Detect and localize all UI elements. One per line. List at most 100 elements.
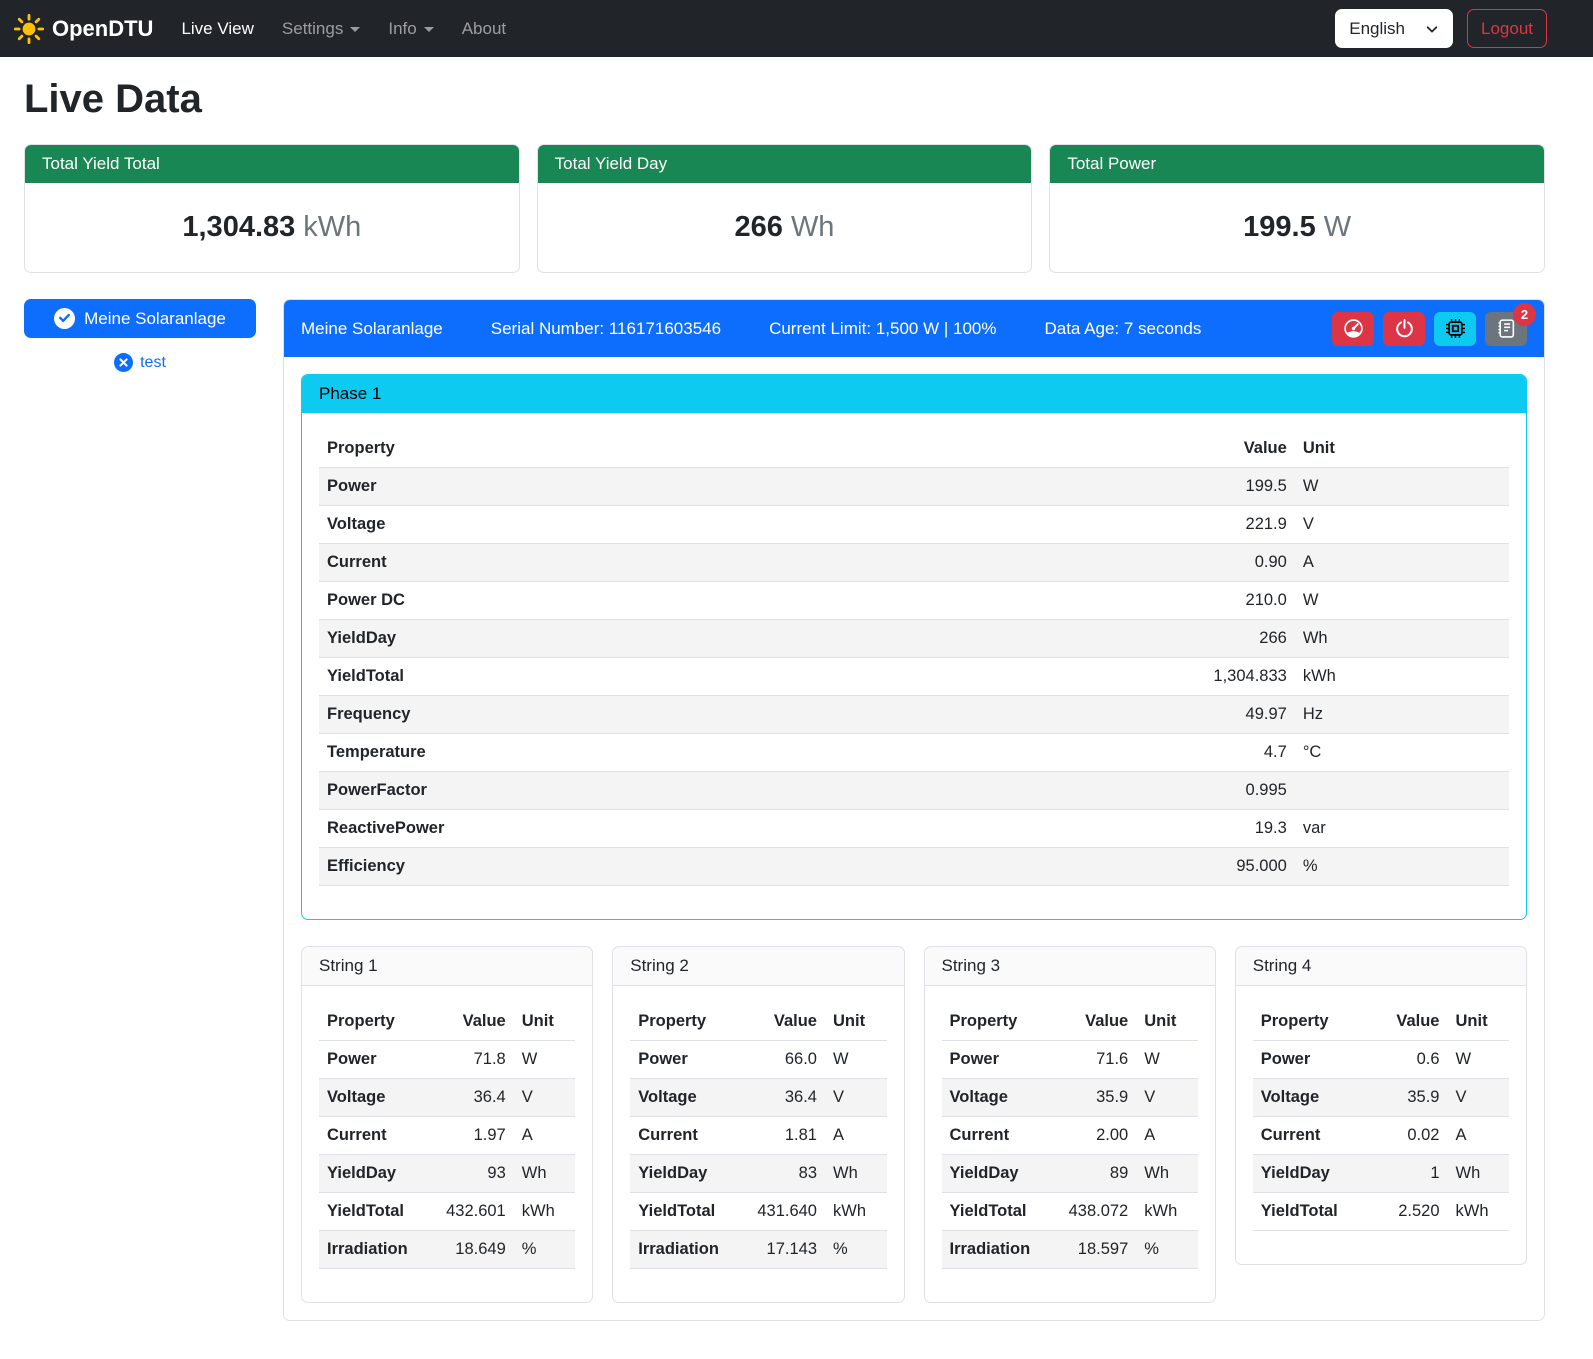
string-title: String 1 [302, 947, 592, 986]
nav-item-info[interactable]: Info [374, 10, 447, 48]
summary-card-value: 266 [735, 211, 783, 243]
unit-cell: W [514, 1041, 576, 1079]
value-cell: 89 [1054, 1155, 1136, 1193]
property-cell: YieldDay [319, 620, 1164, 658]
string-title: String 4 [1236, 947, 1526, 986]
value-cell: 35.9 [1366, 1079, 1448, 1117]
value-cell: 35.9 [1054, 1079, 1136, 1117]
journal-icon [1496, 318, 1517, 339]
strings-row: String 1 Property Value Unit [301, 946, 1527, 1303]
top-navbar: OpenDTU Live View Settings Info About En… [0, 0, 1593, 57]
summary-card-value: 1,304.83 [182, 211, 295, 243]
summary-cards-row: Total Yield Total 1,304.83kWh Total Yiel… [24, 144, 1545, 273]
phase-body: Property Value Unit Power 199.5 W [302, 413, 1526, 919]
inverter-panel-header: Meine Solaranlage Serial Number: 1161716… [284, 300, 1544, 357]
value-cell: 432.601 [432, 1193, 514, 1231]
value-cell: 1 [1366, 1155, 1448, 1193]
value-cell: 36.4 [743, 1079, 825, 1117]
inverter-select-label: Meine Solaranlage [84, 309, 226, 329]
nav-item-settings[interactable]: Settings [268, 10, 374, 48]
logout-button[interactable]: Logout [1467, 9, 1547, 48]
nav-item-about[interactable]: About [448, 10, 520, 48]
table-row: YieldDay 93 Wh [319, 1155, 575, 1193]
summary-card-total-yield-day: Total Yield Day 266Wh [537, 144, 1033, 273]
inverter-item-label: test [140, 354, 166, 372]
table-row: Power 0.6 W [1253, 1041, 1509, 1079]
main-row: Meine Solaranlage test Meine Solaranlage… [24, 299, 1545, 1321]
col-unit: Unit [1295, 430, 1509, 468]
value-cell: 266 [1164, 620, 1295, 658]
string-body: Property Value Unit Power 71.8 [302, 986, 592, 1302]
table-row: YieldTotal 1,304.833 kWh [319, 658, 1509, 696]
caret-down-icon [350, 27, 360, 32]
table-row: Current 0.02 A [1253, 1117, 1509, 1155]
string-table: Property Value Unit Power 66.0 [630, 1003, 886, 1269]
check-circle-icon [54, 308, 75, 329]
summary-card-unit: kWh [303, 211, 361, 243]
inverter-data-age: Data Age: 7 seconds [1044, 319, 1201, 339]
table-header-row: Property Value Unit [942, 1003, 1198, 1041]
property-cell: Irradiation [942, 1231, 1055, 1269]
string-card-3: String 3 Property Value Unit [924, 946, 1216, 1303]
inverter-actions: 2 [1332, 312, 1527, 346]
property-cell: Current [319, 544, 1164, 582]
summary-card-body: 266Wh [538, 183, 1032, 272]
unit-cell: V [1295, 506, 1509, 544]
unit-cell: Wh [1295, 620, 1509, 658]
table-row: Voltage 36.4 V [319, 1079, 575, 1117]
unit-cell: W [825, 1041, 887, 1079]
property-cell: YieldDay [630, 1155, 743, 1193]
table-row: Voltage 221.9 V [319, 506, 1509, 544]
unit-cell: V [1136, 1079, 1198, 1117]
table-row: Voltage 35.9 V [1253, 1079, 1509, 1117]
unit-cell: kWh [1448, 1193, 1510, 1231]
table-row: Voltage 35.9 V [942, 1079, 1198, 1117]
value-cell: 19.3 [1164, 810, 1295, 848]
limit-settings-button[interactable] [1332, 312, 1374, 346]
table-row: Power 66.0 W [630, 1041, 886, 1079]
unit-cell: kWh [825, 1193, 887, 1231]
inverter-serial: Serial Number: 116171603546 [491, 319, 721, 339]
unit-cell: var [1295, 810, 1509, 848]
property-cell: YieldTotal [630, 1193, 743, 1231]
property-cell: YieldTotal [319, 658, 1164, 696]
caret-down-icon [424, 27, 434, 32]
power-button[interactable] [1383, 312, 1425, 346]
property-cell: Current [319, 1117, 432, 1155]
inverter-sidebar: Meine Solaranlage test [24, 299, 256, 372]
property-cell: Irradiation [319, 1231, 432, 1269]
inverter-item-test[interactable]: test [24, 353, 256, 372]
value-cell: 0.6 [1366, 1041, 1448, 1079]
phase-table: Property Value Unit Power 199.5 W [319, 430, 1509, 886]
nav-item-label: Live View [181, 19, 253, 39]
table-row: Efficiency 95.000 % [319, 848, 1509, 886]
property-cell: ReactivePower [319, 810, 1164, 848]
inverter-limit: Current Limit: 1,500 W | 100% [769, 319, 996, 339]
inverter-select-button[interactable]: Meine Solaranlage [24, 299, 256, 338]
value-cell: 2.00 [1054, 1117, 1136, 1155]
device-info-button[interactable] [1434, 312, 1476, 346]
col-unit: Unit [1448, 1003, 1510, 1041]
value-cell: 1.97 [432, 1117, 514, 1155]
unit-cell: kWh [1136, 1193, 1198, 1231]
unit-cell: A [1136, 1117, 1198, 1155]
unit-cell: A [825, 1117, 887, 1155]
col-value: Value [432, 1003, 514, 1041]
value-cell: 18.649 [432, 1231, 514, 1269]
event-log-button[interactable]: 2 [1485, 312, 1527, 346]
property-cell: Power [630, 1041, 743, 1079]
nav-item-live-view[interactable]: Live View [167, 10, 267, 48]
unit-cell: V [825, 1079, 887, 1117]
string-card-1: String 1 Property Value Unit [301, 946, 593, 1303]
unit-cell: % [1136, 1231, 1198, 1269]
unit-cell: A [514, 1117, 576, 1155]
unit-cell: V [1448, 1079, 1510, 1117]
string-table: Property Value Unit Power 71.6 [942, 1003, 1198, 1269]
value-cell: 210.0 [1164, 582, 1295, 620]
nav-item-label: Info [388, 19, 416, 39]
summary-card-value: 199.5 [1243, 211, 1316, 243]
property-cell: Voltage [319, 1079, 432, 1117]
language-select[interactable]: English [1335, 9, 1453, 48]
brand-link[interactable]: OpenDTU [14, 14, 153, 44]
power-icon [1394, 318, 1415, 339]
